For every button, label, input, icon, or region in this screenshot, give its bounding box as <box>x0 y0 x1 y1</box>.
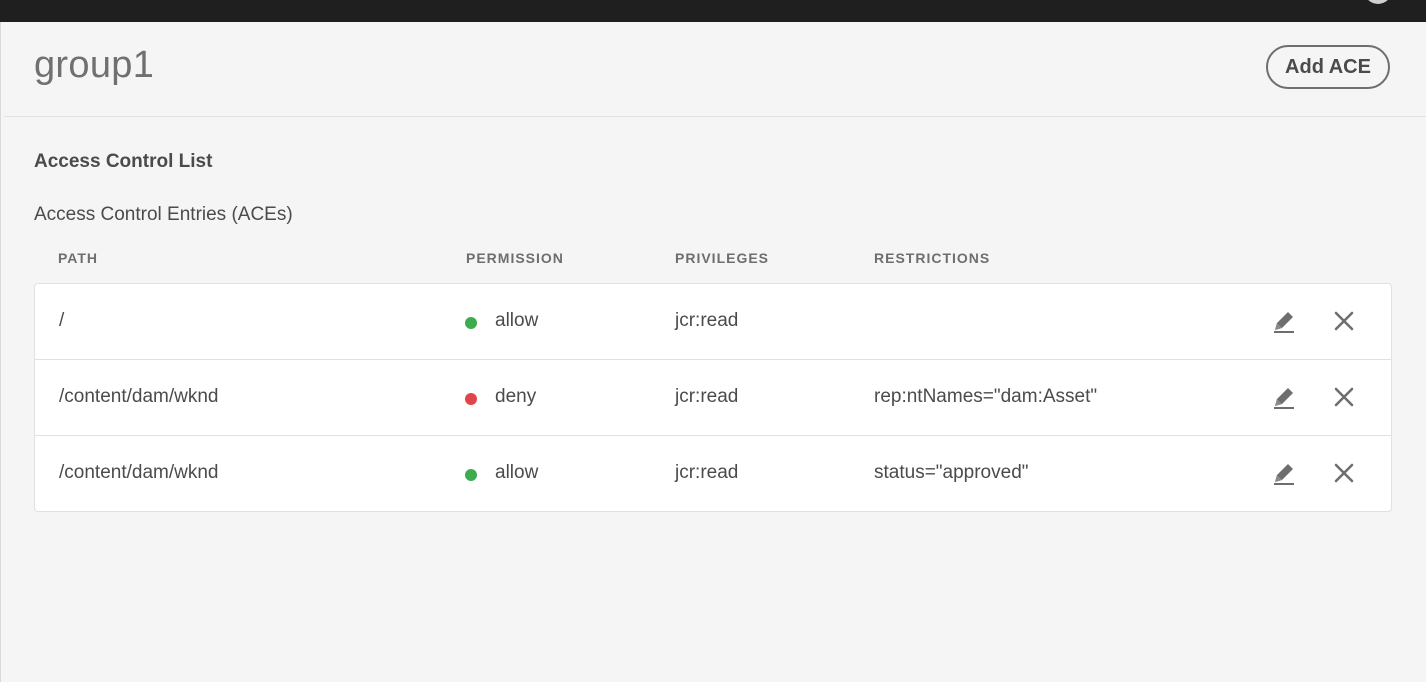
top-navigation-bar <box>0 0 1426 22</box>
ace-path: / <box>59 310 65 331</box>
ace-privileges: jcr:read <box>675 462 739 483</box>
ace-path: /content/dam/wknd <box>59 386 219 407</box>
column-header-path: PATH <box>58 250 99 266</box>
ace-row[interactable]: /content/dam/wknd deny jcr:read rep:ntNa… <box>35 359 1391 436</box>
entries-title: Access Control Entries (ACEs) <box>34 204 293 225</box>
ace-permission: deny <box>495 386 537 407</box>
page-title: group1 <box>34 44 155 86</box>
left-rail-border <box>0 22 1 682</box>
ace-permission: allow <box>495 462 539 483</box>
ace-restrictions: status="approved" <box>874 462 1029 483</box>
close-icon[interactable] <box>1333 310 1355 332</box>
user-avatar[interactable] <box>1364 0 1392 4</box>
column-header-restrictions: RESTRICTIONS <box>874 250 991 266</box>
ace-restrictions: rep:ntNames="dam:Asset" <box>874 386 1098 407</box>
deny-status-dot <box>465 393 477 405</box>
page-header: group1 Add ACE <box>4 22 1426 117</box>
ace-table: / allow jcr:read /content/dam/wknd deny … <box>34 283 1392 512</box>
ace-path: /content/dam/wknd <box>59 462 219 483</box>
close-icon[interactable] <box>1333 462 1355 484</box>
add-ace-button[interactable]: Add ACE <box>1266 45 1390 89</box>
ace-privileges: jcr:read <box>675 310 739 331</box>
allow-status-dot <box>465 469 477 481</box>
column-header-permission: PERMISSION <box>466 250 564 266</box>
ace-privileges: jcr:read <box>675 386 739 407</box>
pencil-icon[interactable] <box>1271 384 1297 410</box>
ace-row[interactable]: /content/dam/wknd allow jcr:read status=… <box>35 435 1391 512</box>
ace-row[interactable]: / allow jcr:read <box>35 284 1391 360</box>
close-icon[interactable] <box>1333 386 1355 408</box>
allow-status-dot <box>465 317 477 329</box>
pencil-icon[interactable] <box>1271 460 1297 486</box>
section-title: Access Control List <box>34 151 213 172</box>
ace-permission: allow <box>495 310 539 331</box>
column-header-privileges: PRIVILEGES <box>675 250 770 266</box>
pencil-icon[interactable] <box>1271 308 1297 334</box>
